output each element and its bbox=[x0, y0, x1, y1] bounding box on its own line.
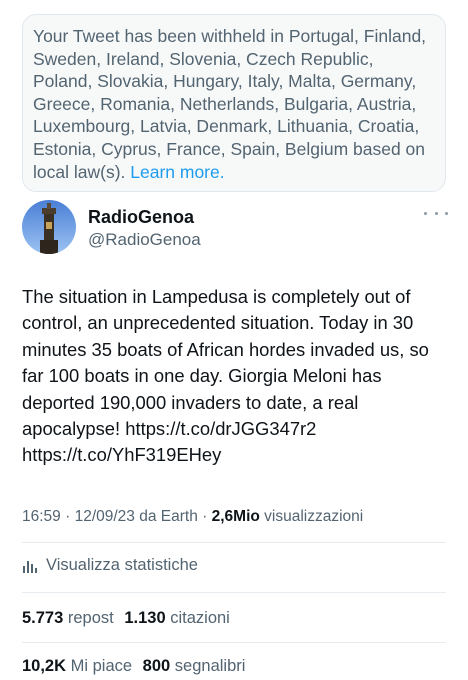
author-name[interactable]: RadioGenoa bbox=[88, 207, 194, 228]
bookmarks-stat[interactable]: 800 segnalibri bbox=[143, 657, 246, 675]
more-dots-icon[interactable] bbox=[424, 206, 448, 220]
reposts-stat[interactable]: 5.773 repost bbox=[22, 609, 114, 627]
quotes-count: 1.130 bbox=[124, 609, 166, 627]
tweet-source: da Earth bbox=[139, 508, 198, 525]
withheld-notice-text: Your Tweet has been withheld in Portugal… bbox=[33, 26, 427, 182]
likes-stat[interactable]: 10,2K Mi piace bbox=[22, 657, 132, 675]
tweet-text: The situation in Lampedusa is completely… bbox=[22, 286, 429, 466]
divider bbox=[22, 592, 446, 593]
tweet-meta: 16:59 · 12/09/23 da Earth · 2,6Mio visua… bbox=[22, 508, 364, 525]
bar-chart-icon bbox=[23, 560, 37, 573]
avatar-image bbox=[22, 200, 76, 254]
repost-quote-counts: 5.773 repost 1.130 citazioni bbox=[22, 609, 236, 628]
learn-more-link[interactable]: Learn more. bbox=[130, 162, 224, 182]
views-count: 2,6Mio bbox=[211, 508, 260, 525]
likes-count: 10,2K bbox=[22, 657, 67, 675]
tweet-date: 12/09/23 bbox=[74, 508, 135, 525]
tweet-time: 16:59 bbox=[22, 508, 61, 525]
bookmarks-count: 800 bbox=[142, 657, 171, 675]
bookmarks-label: segnalibri bbox=[174, 657, 246, 675]
divider bbox=[22, 542, 446, 543]
reposts-count: 5.773 bbox=[22, 609, 64, 627]
likes-label: Mi piace bbox=[70, 657, 133, 675]
like-bookmark-counts: 10,2K Mi piace 800 segnalibri bbox=[22, 657, 251, 676]
views-label: visualizzazioni bbox=[264, 508, 364, 525]
quotes-label: citazioni bbox=[170, 609, 230, 627]
reposts-label: repost bbox=[67, 609, 114, 627]
author-handle[interactable]: @RadioGenoa bbox=[88, 230, 201, 250]
view-stats-link[interactable]: Visualizza statistiche bbox=[22, 556, 198, 575]
divider bbox=[22, 642, 446, 643]
view-stats-label: Visualizza statistiche bbox=[46, 556, 198, 574]
withheld-notice: Your Tweet has been withheld in Portugal… bbox=[22, 14, 446, 192]
quotes-stat[interactable]: 1.130 citazioni bbox=[124, 609, 230, 627]
avatar[interactable] bbox=[22, 200, 76, 254]
